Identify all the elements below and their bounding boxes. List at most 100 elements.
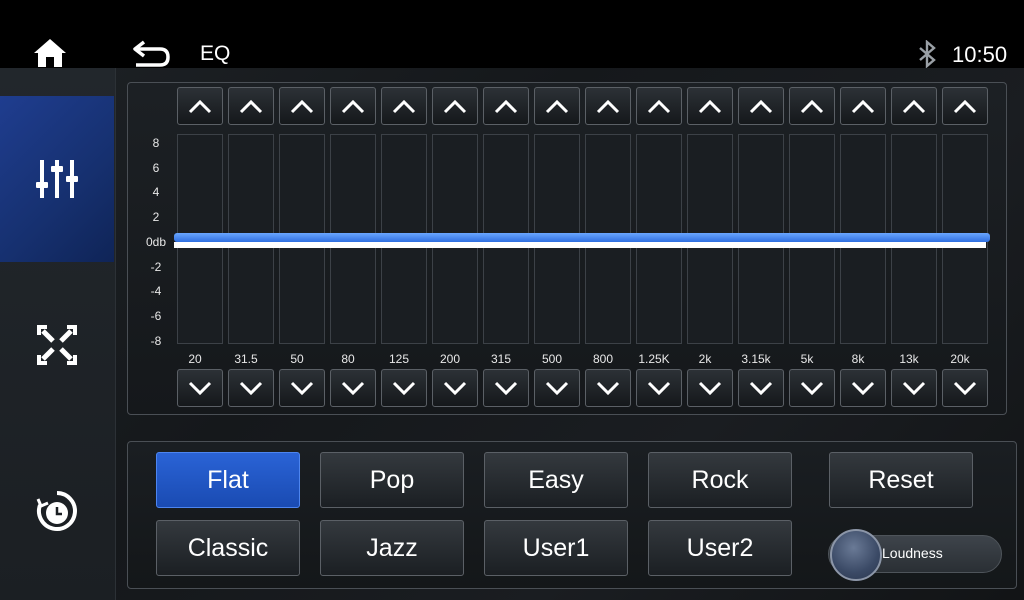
band-freq-label: 8k — [851, 352, 865, 366]
chevron-up-icon — [239, 99, 263, 114]
band-up-button-31.5[interactable] — [228, 87, 274, 125]
band-down-button-80[interactable] — [330, 369, 376, 407]
band-freq-label: 13k — [899, 352, 919, 366]
band-freq-label: 200 — [439, 352, 461, 366]
sidebar-item-equalizer[interactable] — [0, 96, 114, 262]
chevron-down-icon — [239, 381, 263, 396]
chevron-up-icon — [749, 99, 773, 114]
band-freq-label: 500 — [541, 352, 563, 366]
band-down-button-2k[interactable] — [687, 369, 733, 407]
band-down-button-125[interactable] — [381, 369, 427, 407]
band-down-button-200[interactable] — [432, 369, 478, 407]
sidebar — [0, 68, 116, 600]
band-down-button-500[interactable] — [534, 369, 580, 407]
band-down-button-1.25K[interactable] — [636, 369, 682, 407]
preset-pop-button[interactable]: Pop — [320, 452, 464, 508]
band-up-button-80[interactable] — [330, 87, 376, 125]
band-freq-label: 50 — [290, 352, 304, 366]
band-freq-label: 3.15k — [741, 352, 771, 366]
band-freq-label: 31.5 — [234, 352, 258, 366]
chevron-down-icon — [494, 381, 518, 396]
loudness-toggle-knob[interactable] — [830, 529, 882, 581]
band-freq-label: 5k — [800, 352, 814, 366]
band-down-button-20[interactable] — [177, 369, 223, 407]
preset-jazz-button[interactable]: Jazz — [320, 520, 464, 576]
chevron-up-icon — [290, 99, 314, 114]
fader-balance-icon — [37, 325, 77, 365]
band-up-button-500[interactable] — [534, 87, 580, 125]
chevron-down-icon — [341, 381, 365, 396]
band-down-button-3.15k[interactable] — [738, 369, 784, 407]
band-up-button-200[interactable] — [432, 87, 478, 125]
band-up-button-3.15k[interactable] — [738, 87, 784, 125]
back-button[interactable] — [130, 38, 172, 70]
band-down-button-13k[interactable] — [891, 369, 937, 407]
db-scale-label: 4 — [152, 185, 160, 199]
db-scale-label: -4 — [150, 284, 162, 298]
band-down-button-50[interactable] — [279, 369, 325, 407]
db-scale-label: -6 — [150, 309, 162, 323]
preset-rock-button[interactable]: Rock — [648, 452, 792, 508]
chevron-down-icon — [647, 381, 671, 396]
chevron-up-icon — [800, 99, 824, 114]
band-down-button-31.5[interactable] — [228, 369, 274, 407]
db-scale-label: -2 — [150, 260, 162, 274]
band-up-button-5k[interactable] — [789, 87, 835, 125]
band-down-button-315[interactable] — [483, 369, 529, 407]
band-up-button-8k[interactable] — [840, 87, 886, 125]
chevron-down-icon — [902, 381, 926, 396]
eq-level-line — [174, 233, 990, 242]
chevron-up-icon — [596, 99, 620, 114]
band-up-button-50[interactable] — [279, 87, 325, 125]
chevron-up-icon — [953, 99, 977, 114]
preset-flat-button[interactable]: Flat — [156, 452, 300, 508]
home-button[interactable] — [30, 36, 70, 70]
band-freq-label: 315 — [490, 352, 512, 366]
band-down-button-800[interactable] — [585, 369, 631, 407]
band-up-button-13k[interactable] — [891, 87, 937, 125]
timer-icon — [36, 491, 77, 531]
chevron-up-icon — [647, 99, 671, 114]
db-scale-label: -8 — [150, 334, 162, 348]
chevron-down-icon — [188, 381, 212, 396]
chevron-up-icon — [392, 99, 416, 114]
db-scale-label: 2 — [152, 210, 160, 224]
chevron-up-icon — [188, 99, 212, 114]
band-up-button-315[interactable] — [483, 87, 529, 125]
reset-button[interactable]: Reset — [829, 452, 973, 508]
sidebar-item-timer[interactable] — [0, 428, 114, 594]
band-up-button-1.25K[interactable] — [636, 87, 682, 125]
preset-easy-button[interactable]: Easy — [484, 452, 628, 508]
band-up-button-2k[interactable] — [687, 87, 733, 125]
equalizer-sliders-icon — [36, 160, 78, 198]
chevron-up-icon — [902, 99, 926, 114]
home-icon — [34, 39, 66, 67]
db-scale-label: 0db — [145, 235, 167, 249]
band-up-button-125[interactable] — [381, 87, 427, 125]
chevron-down-icon — [443, 381, 467, 396]
preset-classic-button[interactable]: Classic — [156, 520, 300, 576]
chevron-down-icon — [749, 381, 773, 396]
loudness-label: Loudness — [882, 545, 943, 561]
preset-user1-button[interactable]: User1 — [484, 520, 628, 576]
chevron-up-icon — [851, 99, 875, 114]
chevron-down-icon — [290, 381, 314, 396]
chevron-down-icon — [392, 381, 416, 396]
band-down-button-20k[interactable] — [942, 369, 988, 407]
band-freq-label: 20k — [950, 352, 970, 366]
band-up-button-20k[interactable] — [942, 87, 988, 125]
sidebar-item-balance[interactable] — [0, 262, 114, 428]
chevron-down-icon — [851, 381, 875, 396]
chevron-down-icon — [698, 381, 722, 396]
chevron-up-icon — [494, 99, 518, 114]
chevron-down-icon — [596, 381, 620, 396]
band-down-button-5k[interactable] — [789, 369, 835, 407]
preset-user2-button[interactable]: User2 — [648, 520, 792, 576]
band-up-button-800[interactable] — [585, 87, 631, 125]
chevron-up-icon — [545, 99, 569, 114]
band-up-button-20[interactable] — [177, 87, 223, 125]
chevron-up-icon — [698, 99, 722, 114]
page-title: EQ — [200, 42, 231, 65]
band-down-button-8k[interactable] — [840, 369, 886, 407]
chevron-down-icon — [545, 381, 569, 396]
